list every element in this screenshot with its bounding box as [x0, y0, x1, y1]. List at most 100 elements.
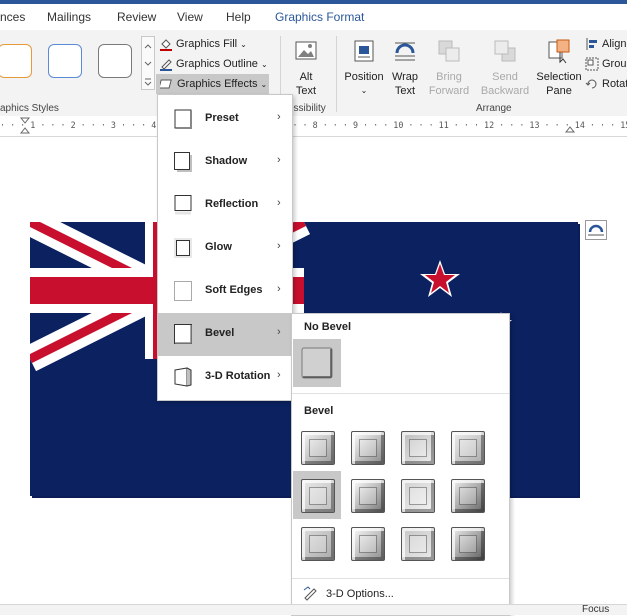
bevel-submenu: No Bevel Bevel 3-D Options... ····	[291, 313, 510, 616]
chevron-down-icon: ⌄	[260, 59, 268, 69]
menu-item-label: 3-D Rotation	[205, 370, 271, 382]
bevel-swatch-icon	[401, 527, 435, 561]
bevel-swatch-icon	[301, 479, 335, 513]
menu-item-preset[interactable]: Preset ›	[158, 98, 292, 141]
graphics-effects-button[interactable]: Graphics Effects ⌄	[156, 74, 269, 94]
menu-item-glow[interactable]: Glow ›	[158, 227, 292, 270]
bevel-heading: Bevel	[304, 405, 334, 417]
graphics-style-blue[interactable]	[48, 44, 82, 78]
bevel-swatch-icon	[301, 527, 335, 561]
bevel-option-6[interactable]	[343, 471, 391, 519]
bevel-option-12[interactable]	[443, 519, 491, 567]
position-icon	[354, 40, 374, 62]
effects-icon	[160, 79, 172, 89]
3d-options-item[interactable]: 3-D Options...	[302, 586, 394, 602]
bevel-face	[409, 535, 427, 553]
menu-item-reflection[interactable]: Reflection ›	[158, 184, 292, 227]
rotate-label: Rotat	[602, 78, 627, 90]
bevel-option-5[interactable]	[293, 471, 341, 519]
graphics-fill-label: Graphics Fill	[176, 38, 238, 50]
chevron-right-icon: ›	[277, 111, 281, 123]
arrange-group-label: Arrange	[476, 103, 512, 114]
focus-label[interactable]: Focus	[582, 604, 609, 615]
wrap-text-button[interactable]: Wrap Text	[388, 38, 422, 98]
right-indent-marker-icon[interactable]	[564, 116, 576, 136]
bevel-swatch-icon	[451, 527, 485, 561]
bevel-option-2[interactable]	[343, 423, 391, 471]
shadow-icon	[174, 152, 192, 172]
3d-options-label: 3-D Options...	[326, 588, 394, 600]
graphics-outline-button[interactable]: Graphics Outline ⌄	[159, 57, 268, 71]
indent-marker-icon[interactable]	[15, 116, 45, 136]
graphics-style-orange[interactable]	[0, 44, 32, 78]
group-label: Group	[602, 58, 627, 70]
bevel-option-1[interactable]	[293, 423, 341, 471]
bevel-swatch-icon	[451, 479, 485, 513]
tab-references[interactable]: nces	[0, 10, 25, 24]
bevel-option-11[interactable]	[393, 519, 441, 567]
menu-item-label: Shadow	[205, 155, 248, 167]
bevel-option-8[interactable]	[443, 471, 491, 519]
chevron-right-icon: ›	[277, 197, 281, 209]
tab-graphics-format[interactable]: Graphics Format	[275, 10, 364, 24]
tab-review[interactable]: Review	[117, 10, 156, 24]
graphics-styles-group-label: aphics Styles	[0, 103, 59, 114]
bevel-face	[409, 439, 427, 457]
horizontal-ruler[interactable]: · · · 1 · · · 2 · · · 3 · · · 4 · · · 5 …	[0, 116, 627, 137]
bevel-face	[309, 439, 327, 457]
no-bevel-option[interactable]	[293, 339, 341, 387]
bevel-face	[309, 535, 327, 553]
bevel-option-7[interactable]	[393, 471, 441, 519]
graphics-fill-button[interactable]: Graphics Fill ⌄	[159, 37, 247, 51]
alt-text-icon	[295, 41, 317, 60]
3d-options-icon	[303, 586, 317, 601]
tab-mailings[interactable]: Mailings	[47, 10, 91, 24]
position-button[interactable]: Position ⌄	[342, 38, 386, 98]
selection-pane-button[interactable]: Selection Pane	[535, 38, 583, 98]
menu-item-soft-edges[interactable]: Soft Edges ›	[158, 270, 292, 313]
ribbon-tabs: nces Mailings Review View Help Graphics …	[0, 4, 627, 33]
tab-view[interactable]: View	[177, 10, 203, 24]
layout-options-icon[interactable]	[585, 220, 607, 240]
align-label: Align	[602, 38, 627, 50]
menu-item-label: Preset	[205, 112, 239, 124]
rotate-button[interactable]: Rotat	[585, 77, 627, 91]
bevel-face	[359, 487, 377, 505]
pen-outline-icon	[160, 59, 172, 71]
status-bar: Focus	[0, 604, 627, 615]
bevel-face	[409, 487, 427, 505]
paint-bucket-icon	[160, 39, 172, 51]
menu-item-label: Soft Edges	[205, 284, 263, 296]
rotate-icon	[585, 79, 597, 89]
graphics-effects-menu: Preset › Shadow › Reflection › Glow › So…	[157, 94, 293, 401]
selection-pane-icon	[548, 39, 570, 64]
bevel-option-9[interactable]	[293, 519, 341, 567]
bevel-option-3[interactable]	[393, 423, 441, 471]
group-button[interactable]: Group	[585, 57, 627, 71]
gallery-scroll[interactable]	[141, 36, 155, 90]
ruler-ticks: · · · 1 · · · 2 · · · 3 · · · 4 · · · 5 …	[0, 120, 627, 130]
bring-forward-icon	[438, 40, 460, 62]
bevel-option-10[interactable]	[343, 519, 391, 567]
graphics-style-gray[interactable]	[98, 44, 132, 78]
tab-help[interactable]: Help	[226, 10, 251, 24]
chevron-down-icon: ⌄	[240, 39, 247, 49]
bring-forward-button[interactable]: Bring Forward	[424, 38, 474, 98]
menu-item-bevel[interactable]: Bevel ›	[158, 313, 292, 356]
menu-item-shadow[interactable]: Shadow ›	[158, 141, 292, 184]
bevel-face	[359, 439, 377, 457]
send-backward-button[interactable]: Send Backward	[477, 38, 533, 98]
bevel-swatch-icon	[401, 479, 435, 513]
soft-edges-icon	[174, 281, 192, 301]
align-button[interactable]: Align	[585, 37, 626, 51]
position-label: Position	[344, 71, 384, 83]
menu-item-label: Reflection	[205, 198, 259, 210]
bevel-option-4[interactable]	[443, 423, 491, 471]
3d-rotation-icon	[174, 367, 192, 387]
bevel-swatch-icon	[351, 479, 385, 513]
menu-item-3d-rotation[interactable]: 3-D Rotation ›	[158, 356, 292, 399]
send-backward-icon	[494, 40, 516, 62]
chevron-right-icon: ›	[277, 154, 281, 166]
alt-text-button[interactable]: Alt Text	[287, 38, 325, 98]
bevel-swatch-icon	[451, 431, 485, 465]
